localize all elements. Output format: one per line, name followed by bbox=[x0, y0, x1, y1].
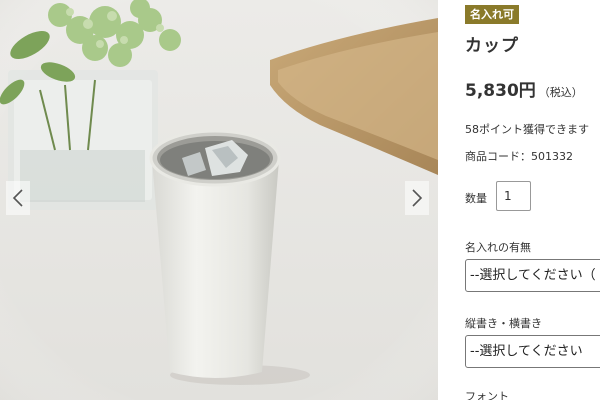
quantity-input[interactable] bbox=[496, 181, 531, 211]
points-earned: 58ポイント獲得できます bbox=[465, 123, 589, 136]
engraving-option-select[interactable]: --選択してください（ bbox=[465, 259, 600, 292]
orientation-option-select[interactable]: --選択してください bbox=[465, 335, 600, 368]
quantity-label: 数量 bbox=[465, 192, 487, 205]
product-code: 商品コード：501332 bbox=[465, 150, 573, 163]
font-option-label: フォント bbox=[465, 390, 509, 400]
price-value: 5,830円 bbox=[465, 81, 536, 101]
tax-note: （税込） bbox=[538, 86, 583, 99]
chevron-right-icon bbox=[412, 189, 423, 207]
engraving-option-label: 名入れの有無 bbox=[465, 241, 531, 254]
orientation-option-label: 縦書き・横書き bbox=[465, 317, 542, 330]
gallery-prev-button[interactable] bbox=[6, 181, 30, 215]
product-info-panel: 名入れ可 カップ 5,830円 （税込） 58ポイント獲得できます 商品コード：5… bbox=[465, 0, 600, 400]
gallery-next-button[interactable] bbox=[405, 181, 429, 215]
engraving-available-badge: 名入れ可 bbox=[465, 5, 519, 24]
product-title: カップ bbox=[465, 36, 519, 56]
product-image-gallery bbox=[0, 0, 438, 400]
product-photo bbox=[0, 0, 438, 400]
chevron-left-icon bbox=[12, 189, 23, 207]
product-price: 5,830円 （税込） bbox=[465, 76, 583, 101]
